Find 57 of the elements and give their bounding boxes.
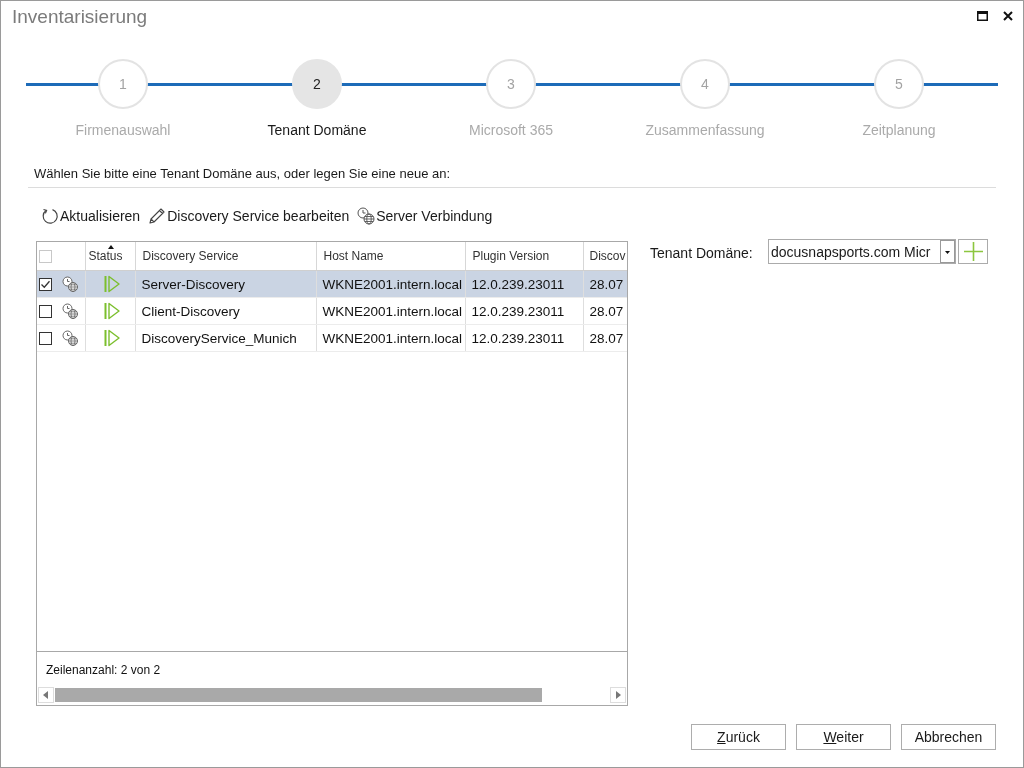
horizontal-scrollbar[interactable] [38,687,626,703]
table-cell: Client-Discovery [135,297,316,325]
step-label: Zusammenfassung [645,121,765,139]
table-cell: 12.0.239.23011 [465,270,583,298]
play-icon [103,302,120,320]
column-header[interactable]: Discov [583,242,627,271]
row-checkbox[interactable] [39,331,52,345]
dialog-button[interactable]: Abbrechen [901,724,996,750]
scroll-right-icon[interactable] [610,687,626,703]
step-circle[interactable]: 2 [292,59,342,109]
table-cell: 12.0.239.23011 [465,324,583,352]
row-checkbox[interactable] [39,304,52,318]
clock-globe-icon [62,330,78,346]
window-title: Inventarisierung [12,6,148,28]
close-icon[interactable] [1003,11,1013,21]
toolbar-button[interactable]: Aktualisieren [41,205,141,227]
refresh-icon [41,207,59,225]
column-header[interactable]: Status [85,242,135,271]
toolbar-button[interactable]: Server Verbindung [357,205,493,227]
clock-globe-icon [62,303,78,319]
row-count-text: Zeilenanzahl: 2 von 2 [46,662,162,678]
table-cell: Server-Discovery [135,270,316,298]
step-label: Zeitplanung [862,121,936,139]
dialog-button[interactable]: Zurück [691,724,786,750]
table-row[interactable]: DiscoveryService_Munich WKNE2001.intern.local 12.0.239.23011 28.07 [37,324,627,352]
dialog-button[interactable]: Weiter [796,724,891,750]
play-icon [103,275,120,293]
table-cell: DiscoveryService_Munich [135,324,316,352]
play-icon [103,329,120,347]
select-all-checkbox[interactable] [39,249,52,263]
instruction-text: Wählen Sie bitte eine Tenant Domäne aus, oder legen Sie eine neue an: [34,165,452,183]
column-header[interactable]: Host Name [316,242,465,271]
pencil-icon [148,207,167,225]
clock-globe-icon [357,207,376,225]
row-checkbox[interactable] [39,277,52,291]
step-label: Microsoft 365 [468,121,553,139]
table-cell: WKNE2001.intern.local [316,270,465,298]
table-row[interactable]: Server-Discovery WKNE2001.intern.local 12.0.239.23011 28.07 [37,270,627,298]
table-cell: WKNE2001.intern.local [316,297,465,325]
table-row[interactable]: Client-Discovery WKNE2001.intern.local 12.0.239.23011 28.07 [37,297,627,325]
clock-globe-icon [62,276,78,292]
table-cell: 28.07 [583,324,627,352]
step-label: Firmenauswahl [75,121,171,139]
maximize-icon[interactable] [977,11,988,21]
scrollbar-thumb[interactable] [55,688,542,702]
column-header[interactable]: Plugin Version [465,242,583,271]
tenant-domain-label: Tenant Domäne: [650,245,754,261]
scroll-left-icon[interactable] [38,687,54,703]
plus-icon [963,242,983,261]
tenant-domain-dropdown[interactable]: docusnapsports.com Micr [768,239,956,264]
dropdown-caret-icon[interactable] [940,240,955,263]
column-header[interactable]: Discovery Service [135,242,316,271]
table-cell: WKNE2001.intern.local [316,324,465,352]
toolbar-button[interactable]: Discovery Service bearbeiten [148,205,350,227]
table-cell: 28.07 [583,297,627,325]
step-label: Tenant Domäne [267,121,367,139]
table-cell: 12.0.239.23011 [465,297,583,325]
